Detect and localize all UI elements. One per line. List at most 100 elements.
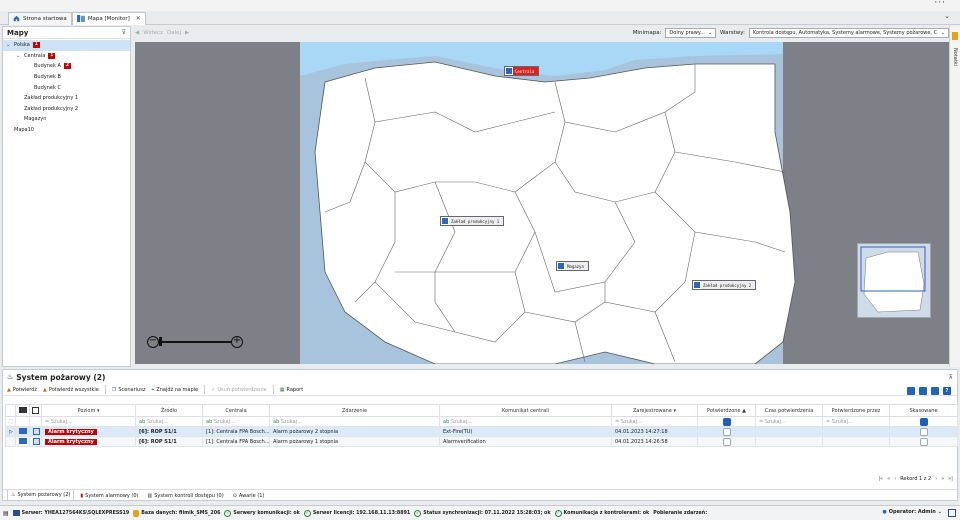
- filter-level[interactable]: = Szukaj...: [41, 416, 136, 427]
- layout-icon[interactable]: [907, 387, 915, 395]
- cleared-checkbox[interactable]: [919, 437, 928, 446]
- map-marker-zaklad-2[interactable]: Zakład produkcyjny 2: [692, 280, 756, 290]
- zoom-slider[interactable]: [159, 337, 231, 347]
- tree-item[interactable]: Budynek C: [3, 82, 130, 93]
- cell-cleared[interactable]: [889, 426, 958, 437]
- filter-confirmed[interactable]: [697, 416, 756, 427]
- row-camera[interactable]: [15, 426, 30, 437]
- tab-alarm-system[interactable]: ▮ System alarmowy (0): [77, 490, 141, 501]
- tree-item[interactable]: ⌄ Centrala 1: [3, 51, 130, 62]
- layers-select[interactable]: Kontrola dostępu, Automatyka, Systemy al…: [749, 28, 949, 38]
- window-icon[interactable]: [948, 509, 956, 517]
- tab-home[interactable]: Strona startowa: [8, 11, 72, 25]
- notes-tab[interactable]: Notatki: [952, 48, 958, 66]
- map-marker-magazyn[interactable]: Magazyn: [556, 261, 589, 271]
- zoom-in-button[interactable]: +: [231, 336, 243, 348]
- help-icon[interactable]: ?: [943, 387, 951, 395]
- back-button[interactable]: Wstecz: [143, 30, 163, 36]
- cell-confirmed[interactable]: [697, 426, 756, 437]
- chevron-down-icon[interactable]: ⌄: [944, 12, 950, 20]
- save-icon[interactable]: [931, 387, 939, 395]
- operator-menu[interactable]: ● Operator: Admin ⌄: [882, 509, 942, 515]
- map-view[interactable]: Centrala Zakład produkcyjny 1 Magazyn Za…: [135, 42, 949, 364]
- filter-message[interactable]: ab Szukaj...: [439, 416, 612, 427]
- back-arrow-icon[interactable]: ◀: [135, 30, 139, 36]
- tree-item[interactable]: Mapa10: [3, 125, 130, 136]
- cell-confirmed[interactable]: [697, 436, 756, 447]
- filter-registered[interactable]: = Szukaj...: [611, 416, 698, 427]
- filter-panel[interactable]: ab Szukaj...: [202, 416, 270, 427]
- last-page-button[interactable]: »|: [948, 476, 953, 482]
- confirmed-checkbox[interactable]: [722, 437, 731, 446]
- tree-item[interactable]: Magazyn: [3, 114, 130, 125]
- tree-item[interactable]: Budynek A2: [3, 61, 130, 72]
- map-marker-zaklad-1[interactable]: Zakład produkcyjny 1: [440, 216, 504, 226]
- grid-icon[interactable]: ▤: [3, 510, 9, 517]
- scenario-button[interactable]: ❒ Scenariusz: [112, 387, 146, 393]
- col-registered[interactable]: Zarejestrowane ▾: [611, 404, 698, 417]
- tab-access-system[interactable]: ▥ System kontroli dostępu (0): [145, 490, 227, 501]
- row-camera[interactable]: [15, 436, 30, 447]
- confirmed-checkbox[interactable]: [722, 427, 731, 436]
- filter-cleared[interactable]: [889, 416, 958, 427]
- play-icon[interactable]: [33, 438, 40, 445]
- row-play[interactable]: [29, 436, 42, 447]
- filter-icon[interactable]: ▾: [674, 408, 677, 414]
- col-source[interactable]: Źródło: [135, 404, 203, 417]
- next-many-button[interactable]: »: [941, 476, 944, 482]
- filter-source[interactable]: ab Szukaj...: [135, 416, 203, 427]
- filter-confirmed-by[interactable]: = Szukaj...: [822, 416, 890, 427]
- forward-arrow-icon[interactable]: ▶: [185, 30, 189, 36]
- filter-icon[interactable]: ▾: [97, 408, 100, 414]
- confirm-button[interactable]: ▲ Potwierdź: [7, 387, 37, 393]
- close-icon[interactable]: ✕: [136, 15, 141, 22]
- next-page-button[interactable]: ›: [935, 476, 937, 482]
- col-confirmed-by[interactable]: Potwierdzone przez: [822, 404, 890, 417]
- more-options-icon[interactable]: ···: [934, 0, 946, 8]
- zoom-out-button[interactable]: −: [147, 336, 159, 348]
- row-play[interactable]: [29, 426, 42, 437]
- minimap[interactable]: [857, 243, 931, 318]
- zoom-slider-thumb[interactable]: [159, 337, 162, 347]
- tab-failures[interactable]: ⊙ Awarie (1): [230, 490, 268, 501]
- table-row[interactable]: Alarm krytyczny [6]: ROP S1/1 [1]: Central…: [5, 436, 958, 447]
- filter-confirm-time[interactable]: = Szukaj...: [755, 416, 823, 427]
- camera-icon[interactable]: [19, 438, 27, 445]
- tree-item[interactable]: Budynek B: [3, 72, 130, 83]
- col-message[interactable]: Komunikat centrali: [439, 404, 612, 417]
- col-confirm-time[interactable]: Czas potwierdzenia: [755, 404, 823, 417]
- col-event[interactable]: Zdarzenie: [269, 404, 440, 417]
- pin-icon[interactable]: ⊽: [122, 29, 126, 36]
- columns-icon[interactable]: [919, 387, 927, 395]
- find-on-map-button[interactable]: ⌖ Znajdź na mapie: [151, 387, 198, 393]
- filter-checkbox[interactable]: [919, 417, 928, 426]
- camera-icon[interactable]: [19, 428, 27, 435]
- tab-fire-system[interactable]: ♨ System pożarowy (2): [7, 490, 75, 501]
- col-level[interactable]: Poziom ▾: [41, 404, 136, 417]
- first-page-button[interactable]: |«: [878, 476, 883, 482]
- cleared-checkbox[interactable]: [919, 427, 928, 436]
- confirm-all-button[interactable]: ▲ Potwierdź wszystkie: [43, 387, 99, 393]
- collapse-icon[interactable]: ⊼: [949, 374, 953, 381]
- map-marker-centrala[interactable]: Centrala: [504, 66, 539, 76]
- sort-asc-icon[interactable]: ▲: [742, 408, 746, 414]
- remove-confirm-button[interactable]: ✓ Usuń potwierdzenie: [211, 387, 267, 393]
- play-icon[interactable]: [33, 428, 40, 435]
- prev-many-button[interactable]: «: [887, 476, 890, 482]
- col-cleared[interactable]: Skasowane: [889, 404, 958, 417]
- tree-item[interactable]: Zakład produkcyjny 1: [3, 93, 130, 104]
- chevron-down-icon[interactable]: ⌄: [16, 53, 21, 59]
- col-panel[interactable]: Centrala: [202, 404, 270, 417]
- filter-event[interactable]: ab Szukaj...: [269, 416, 440, 427]
- col-confirmed[interactable]: Potwierdzone ▲: [697, 404, 756, 417]
- table-row[interactable]: ▷ Alarm krytyczny [6]: ROP S1/1 [1]: Centra…: [5, 426, 958, 437]
- prev-page-button[interactable]: ‹: [894, 476, 896, 482]
- forward-button[interactable]: Dalej: [167, 30, 181, 36]
- cell-cleared[interactable]: [889, 436, 958, 447]
- report-button[interactable]: ▦ Raport: [280, 387, 303, 393]
- tree-item[interactable]: ⌄ Polska 1: [3, 40, 130, 51]
- tree-item[interactable]: Zakład produkcyjny 2: [3, 104, 130, 115]
- filter-checkbox[interactable]: [722, 417, 731, 426]
- tab-map-monitor[interactable]: Mapa [Monitor] ✕: [71, 11, 146, 25]
- chevron-down-icon[interactable]: ⌄: [6, 42, 11, 48]
